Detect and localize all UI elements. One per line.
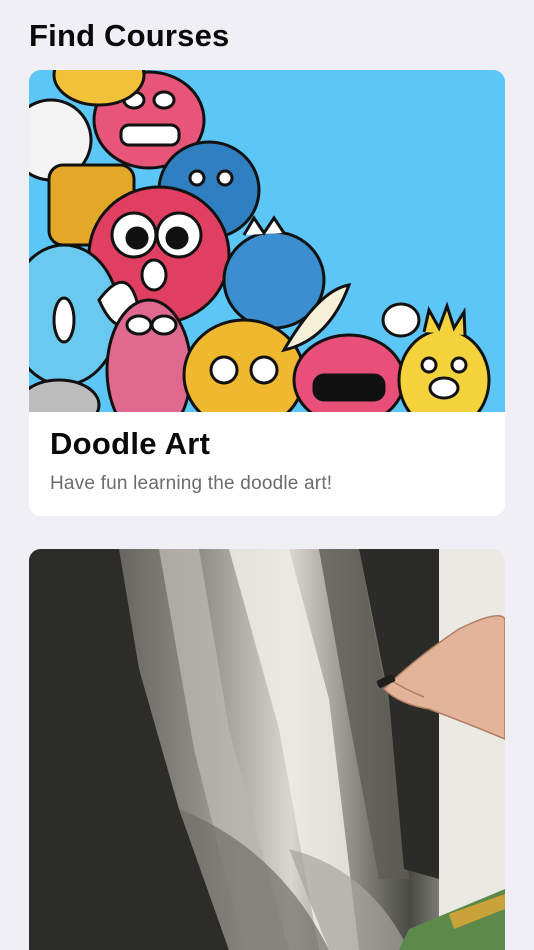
course-image-doodle-art bbox=[29, 70, 505, 412]
doodle-monsters-illustration bbox=[29, 70, 505, 412]
find-courses-screen: Find Courses Doodle Art Have fun learnin… bbox=[0, 0, 534, 950]
course-description: Have fun learning the doodle art! bbox=[50, 473, 333, 494]
course-title: Doodle Art bbox=[50, 426, 211, 461]
page-title: Find Courses bbox=[29, 18, 230, 53]
course-card-doodle-art[interactable]: Doodle Art Have fun learning the doodle … bbox=[29, 70, 505, 516]
course-image-charcoal-drawing bbox=[29, 549, 505, 950]
charcoal-drawing-photo bbox=[29, 549, 505, 950]
course-card-charcoal-drawing[interactable] bbox=[29, 549, 505, 950]
